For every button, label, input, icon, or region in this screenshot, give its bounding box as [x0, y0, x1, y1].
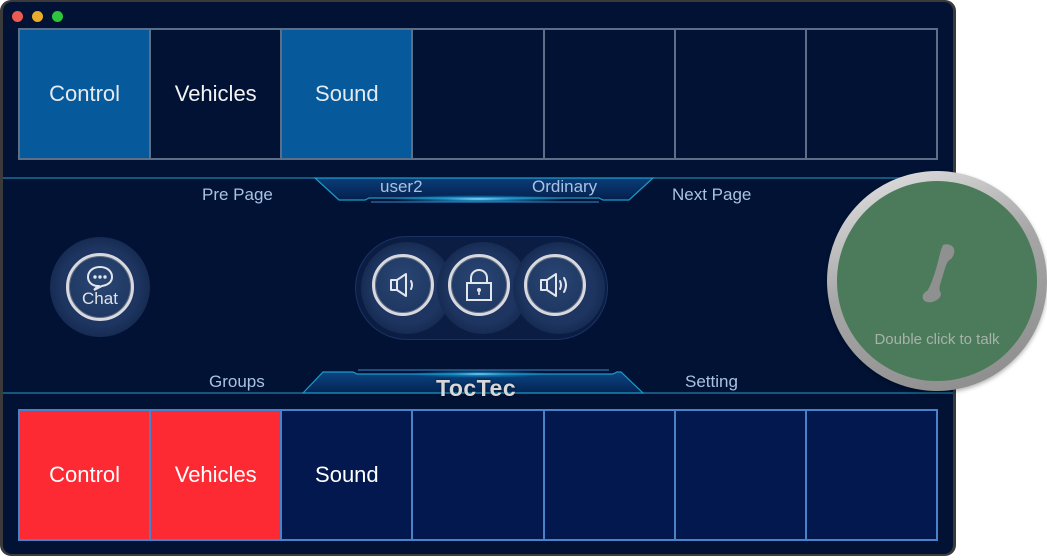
volume-down-button[interactable]	[372, 254, 434, 316]
current-user-label: user2	[380, 177, 423, 196]
zoom-window-button[interactable]	[52, 11, 63, 22]
bottom-cell-vehicles[interactable]: Vehicles	[151, 411, 283, 539]
window-content: Control Vehicles Sound Pre Page user2 Or…	[3, 2, 953, 554]
volume-up-button[interactable]	[524, 254, 586, 316]
chat-button[interactable]: Chat	[66, 253, 134, 321]
brand-logo: TocTec	[436, 375, 517, 401]
phone-handset-icon	[922, 244, 955, 303]
top-cell-empty-5[interactable]	[544, 30, 676, 158]
top-banner: Pre Page user2 Ordinary Next Page	[3, 172, 953, 212]
bottom-channel-grid: Control Vehicles Sound	[18, 409, 938, 541]
speaker-high-icon	[540, 273, 567, 297]
bottom-cell-empty-7[interactable]	[806, 411, 936, 539]
bottom-banner: Groups TocTec Setting	[3, 366, 953, 406]
prev-page-button[interactable]: Pre Page	[202, 185, 273, 205]
chat-label: Chat	[82, 289, 118, 308]
bottom-cell-empty-6[interactable]	[675, 411, 807, 539]
chat-bubble-icon	[86, 265, 114, 291]
talk-hint: Double click to talk	[874, 331, 1000, 348]
top-cell-vehicles[interactable]: Vehicles	[151, 30, 283, 158]
bottom-cell-empty-4[interactable]	[413, 411, 545, 539]
top-cell-empty-7[interactable]	[806, 30, 936, 158]
bottom-cell-sound[interactable]: Sound	[282, 411, 414, 539]
push-to-talk-face: Double click to talk	[837, 181, 1037, 381]
top-cell-empty-6[interactable]	[675, 30, 807, 158]
top-cell-control[interactable]: Control	[20, 30, 152, 158]
top-cell-empty-4[interactable]	[413, 30, 545, 158]
app-window: Control Vehicles Sound Pre Page user2 Or…	[0, 0, 956, 556]
user-role-label: Ordinary	[532, 177, 598, 196]
close-window-button[interactable]	[12, 11, 23, 22]
setting-button[interactable]: Setting	[685, 372, 738, 392]
minimize-window-button[interactable]	[32, 11, 43, 22]
top-channel-grid: Control Vehicles Sound	[18, 28, 938, 160]
lock-button[interactable]	[448, 254, 510, 316]
top-banner-frame	[3, 177, 953, 203]
push-to-talk-button[interactable]: Double click to talk	[827, 171, 1047, 391]
speaker-low-icon	[390, 273, 413, 297]
next-page-button[interactable]: Next Page	[672, 185, 751, 205]
groups-button[interactable]: Groups	[209, 372, 265, 392]
bottom-cell-control[interactable]: Control	[20, 411, 152, 539]
bottom-cell-empty-5[interactable]	[544, 411, 676, 539]
top-cell-sound[interactable]: Sound	[282, 30, 414, 158]
lock-icon	[466, 268, 492, 301]
